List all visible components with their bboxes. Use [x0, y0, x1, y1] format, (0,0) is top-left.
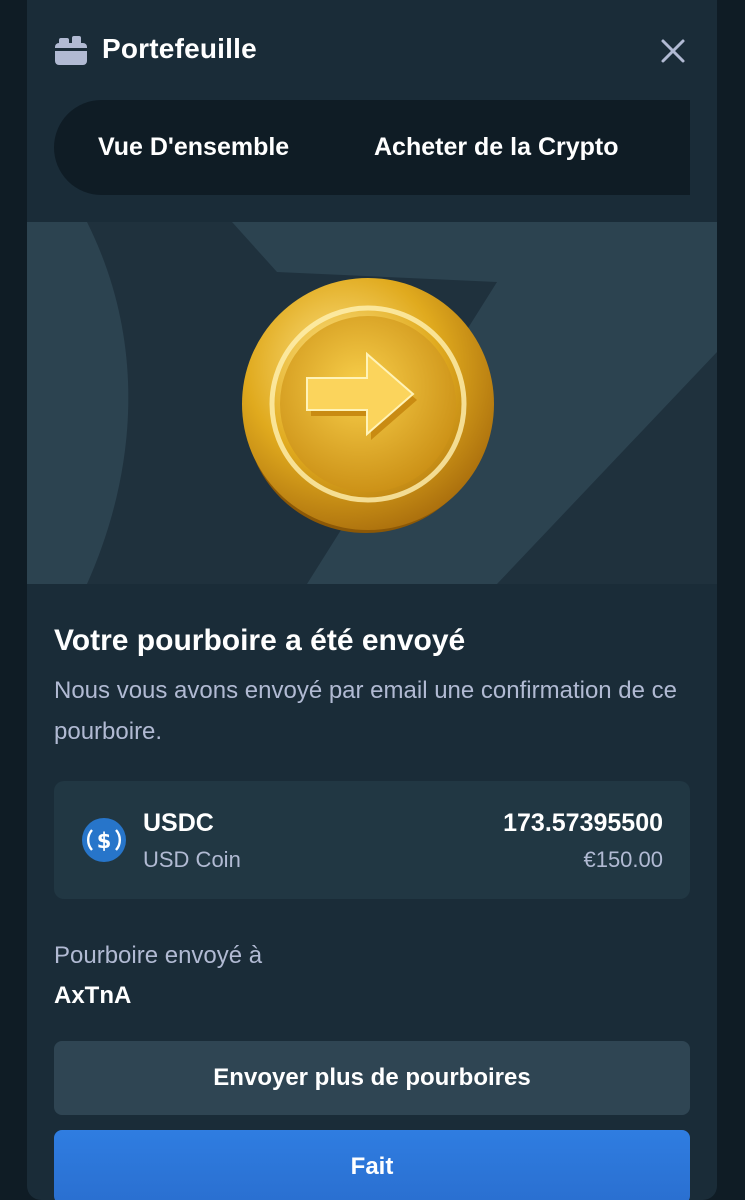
modal-header: Portefeuille [27, 0, 717, 100]
gold-coin-arrow-icon [242, 278, 494, 533]
svg-text:$: $ [97, 829, 112, 853]
confirmation-heading: Votre pourboire a été envoyé [54, 624, 466, 657]
send-more-tips-button[interactable]: Envoyer plus de pourboires [54, 1041, 690, 1115]
tab-buy-crypto[interactable]: Acheter de la Crypto [374, 100, 619, 195]
coin-symbol: USDC [143, 809, 214, 837]
modal-title: Portefeuille [102, 33, 257, 64]
done-button[interactable]: Fait [54, 1130, 690, 1200]
wallet-icon [55, 36, 87, 65]
wallet-tabs: Vue D'ensemble Acheter de la Crypto [54, 100, 690, 195]
wallet-modal: Portefeuille Vue D'ensemble Acheter de l… [27, 0, 717, 1200]
close-icon[interactable] [657, 35, 689, 67]
recipient-label: Pourboire envoyé à [54, 942, 263, 969]
confirmation-message: Nous vous avons envoyé par email une con… [54, 677, 678, 745]
tab-overview[interactable]: Vue D'ensemble [98, 100, 289, 195]
coin-amount: 173.57395500 [503, 809, 663, 837]
recipient-username: AxTnA [54, 982, 132, 1009]
coin-summary-card: $ USDC USD Coin 173.57395500 €150.00 [54, 781, 690, 899]
coin-name: USD Coin [143, 847, 241, 872]
hero-banner [27, 222, 717, 584]
coin-fiat-value: €150.00 [583, 847, 663, 872]
usdc-icon: $ [82, 818, 126, 862]
